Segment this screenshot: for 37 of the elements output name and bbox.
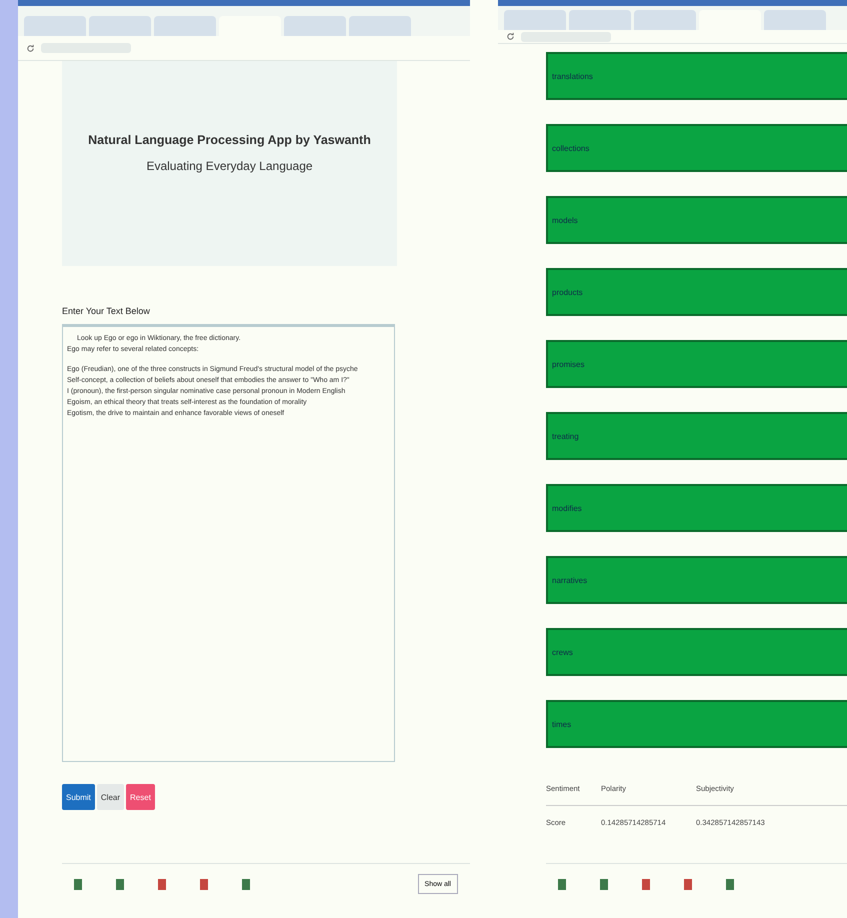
browser-tab[interactable] — [24, 16, 86, 36]
browser-tab[interactable] — [284, 16, 346, 36]
input-label: Enter Your Text Below — [62, 306, 151, 316]
submit-button[interactable]: Submit — [62, 784, 95, 810]
reset-button[interactable]: Reset — [126, 784, 155, 810]
phrase-bar: translations — [546, 52, 847, 100]
browser-tab[interactable] — [89, 16, 151, 36]
app-subtitle: Evaluating Everyday Language — [146, 159, 313, 173]
phrase-bar: times — [546, 700, 847, 748]
document-file-icon[interactable] — [642, 878, 650, 890]
phrase-bar: promises — [546, 340, 847, 388]
browser-tab[interactable] — [569, 10, 631, 30]
browser-tab[interactable] — [154, 16, 216, 36]
phrase-bar: treating — [546, 412, 847, 460]
phrase-bar: collections — [546, 124, 847, 172]
document-file-icon[interactable] — [684, 878, 692, 890]
address-bar[interactable] — [521, 32, 611, 42]
image-file-icon[interactable] — [242, 878, 250, 890]
phrase-bar: products — [546, 268, 847, 316]
phrase-bar: modifies — [546, 484, 847, 532]
reload-icon[interactable] — [506, 32, 515, 41]
image-file-icon[interactable] — [116, 878, 124, 890]
clear-button[interactable]: Clear — [96, 784, 124, 810]
document-file-icon[interactable] — [158, 878, 166, 890]
image-file-icon[interactable] — [600, 878, 608, 890]
browser-tab[interactable] — [634, 10, 696, 30]
image-file-icon[interactable] — [726, 878, 734, 890]
document-file-icon[interactable] — [200, 878, 208, 890]
image-file-icon[interactable] — [74, 878, 82, 890]
app-title: Natural Language Processing App by Yaswanth — [88, 133, 371, 147]
phrase-bar: narratives — [546, 556, 847, 604]
browser-tab[interactable] — [349, 16, 411, 36]
image-file-icon[interactable] — [558, 878, 566, 890]
browser-tab[interactable] — [764, 10, 826, 30]
phrase-bar: models — [546, 196, 847, 244]
phrase-bar: crews — [546, 628, 847, 676]
reload-icon[interactable] — [26, 44, 35, 52]
